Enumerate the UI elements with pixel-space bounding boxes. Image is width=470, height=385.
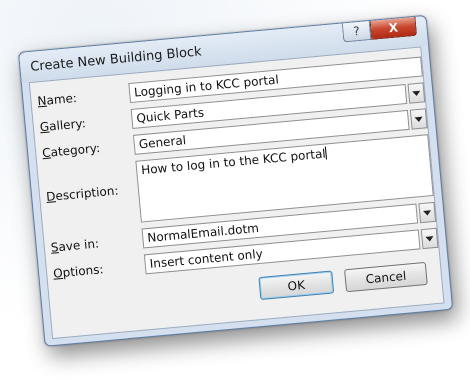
chevron-down-icon: [412, 90, 421, 96]
category-dropdown-button[interactable]: [409, 108, 428, 130]
save-in-dropdown-button[interactable]: [418, 201, 437, 224]
chevron-down-icon: [414, 116, 423, 122]
close-button[interactable]: X: [369, 16, 418, 40]
category-label: Category:: [41, 140, 101, 161]
ok-button[interactable]: OK: [258, 270, 335, 301]
cancel-button[interactable]: Cancel: [344, 261, 428, 293]
gallery-label: Gallery:: [39, 116, 87, 135]
help-icon: ?: [352, 23, 361, 39]
chevron-down-icon: [425, 235, 434, 242]
create-building-block-dialog: Create New Building Block ? X Name: Logg…: [18, 14, 454, 347]
text-cursor: [324, 146, 328, 160]
dialog-content: Name: Logging in to KCC portal Gallery: …: [28, 46, 445, 340]
close-icon: X: [388, 20, 399, 36]
chevron-down-icon: [423, 209, 432, 216]
options-dropdown-button[interactable]: [420, 227, 439, 250]
description-label: Description:: [45, 183, 120, 205]
options-label: Options:: [52, 262, 105, 281]
screenshot-stage: Create New Building Block ? X Name: Logg…: [0, 0, 470, 385]
save-in-label: Save in:: [50, 236, 100, 255]
help-button[interactable]: ?: [341, 21, 372, 43]
gallery-dropdown-button[interactable]: [407, 82, 426, 104]
name-label: Name:: [36, 90, 78, 109]
